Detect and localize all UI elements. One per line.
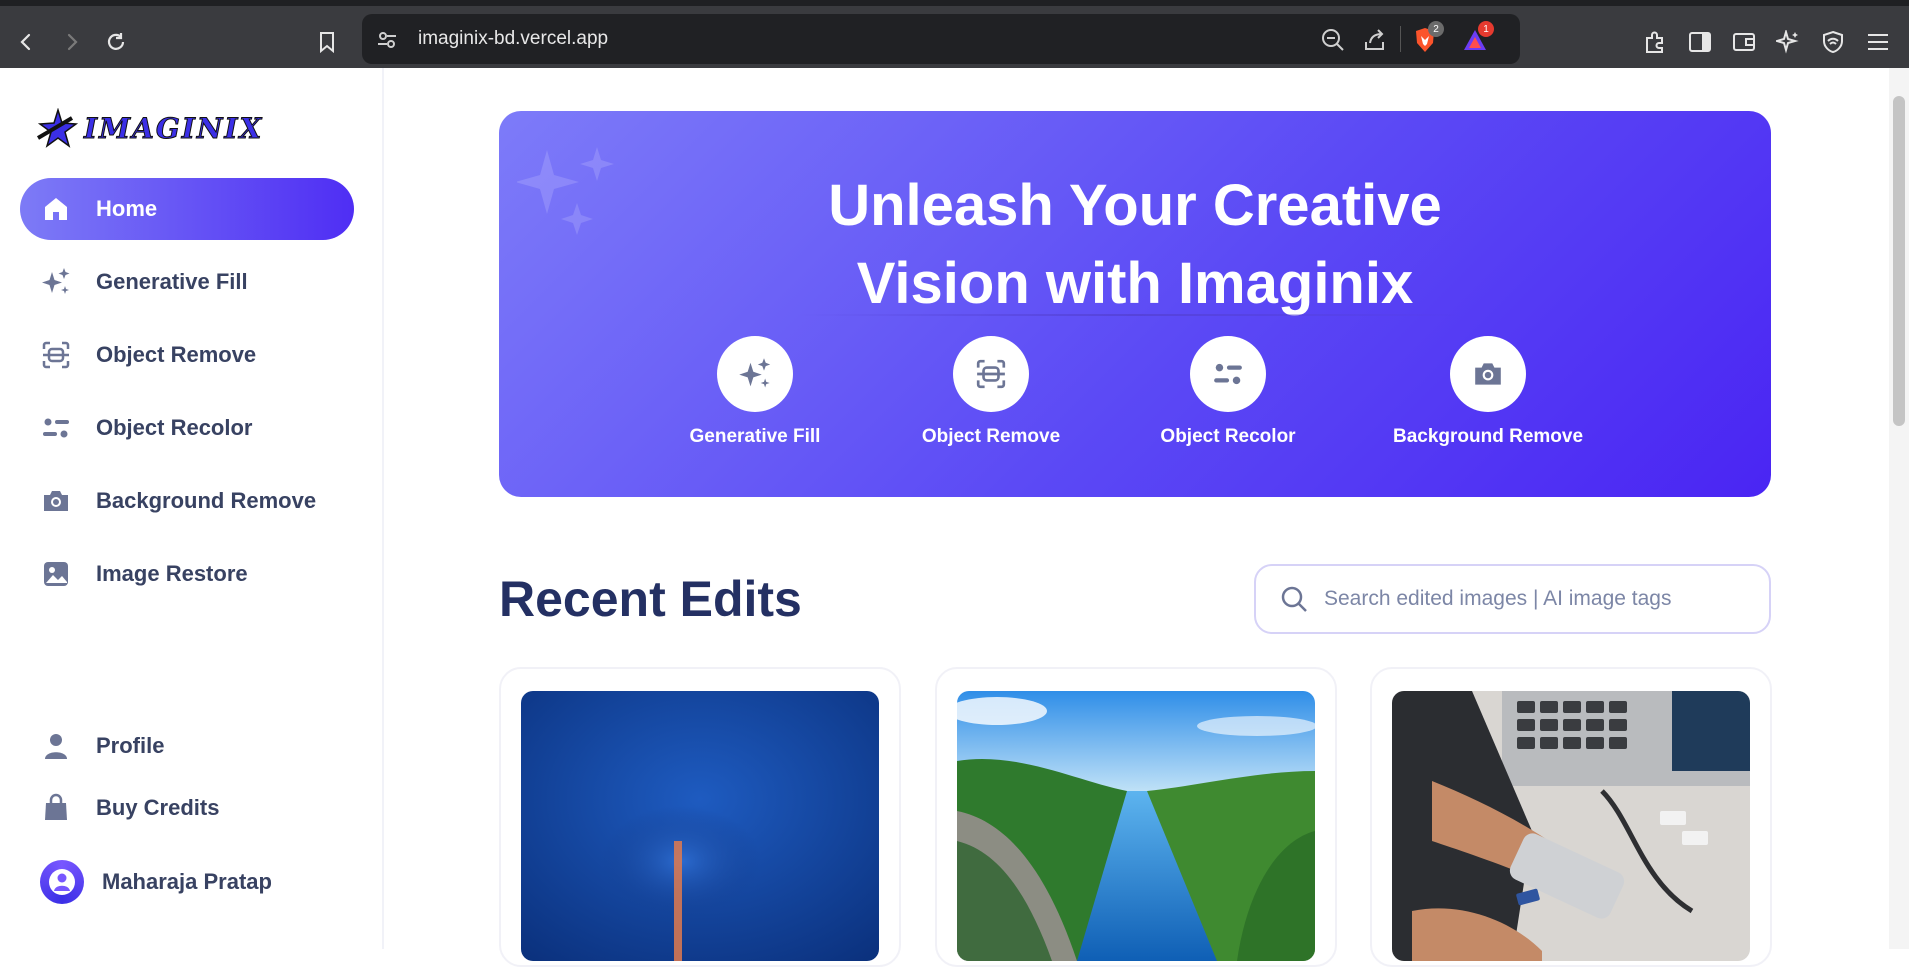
sidebar-item-label: Generative Fill — [96, 269, 248, 294]
card-image[interactable] — [1392, 691, 1750, 961]
sidebar-item-label: Profile — [96, 733, 165, 758]
sidebar-item-generative-fill[interactable]: Generative Fill — [20, 251, 354, 313]
search-box[interactable] — [1254, 564, 1771, 634]
address-bar[interactable]: imaginix-bd.vercel.app 2 1 — [362, 14, 1520, 64]
hero-tool-label: Generative Fill — [689, 426, 821, 447]
filter-icon — [38, 410, 74, 446]
sidebar: IMAGINIX Home Generative Fill Object Rem… — [0, 68, 384, 949]
menu-icon[interactable] — [1864, 28, 1892, 56]
sidebar-item-label: Background Remove — [96, 488, 317, 513]
hero-title: Unleash Your Creative Vision with Imagin… — [499, 167, 1771, 323]
site-settings-icon[interactable] — [374, 27, 400, 53]
zoom-out-icon[interactable] — [1320, 27, 1346, 53]
sidebar-item-label: Image Restore — [96, 561, 248, 586]
brave-shields-icon[interactable]: 2 — [1412, 21, 1444, 53]
hero-tool-label: Background Remove — [1392, 426, 1584, 447]
card-image[interactable] — [521, 691, 879, 961]
scrollbar-thumb[interactable] — [1893, 96, 1905, 426]
wallet-icon[interactable] — [1730, 28, 1758, 56]
sparkles-icon — [717, 336, 793, 412]
hero-tool-object-recolor[interactable]: Object Recolor — [1128, 336, 1328, 448]
sidebar-item-label: Object Remove — [96, 342, 257, 367]
extensions-icon[interactable] — [1641, 28, 1669, 56]
sidebar-toggle-icon[interactable] — [1686, 28, 1714, 56]
leo-ai-icon[interactable] — [1774, 28, 1802, 56]
rewards-icon[interactable]: 1 — [1462, 21, 1494, 53]
bookmark-icon[interactable] — [311, 26, 343, 58]
forward-icon[interactable] — [56, 26, 88, 58]
url-text[interactable]: imaginix-bd.vercel.app — [418, 28, 608, 50]
sidebar-item-object-recolor[interactable]: Object Recolor — [20, 397, 354, 459]
home-icon — [38, 191, 74, 227]
hero-title-line1: Unleash Your Creative — [828, 173, 1442, 238]
sidebar-item-image-restore[interactable]: Image Restore — [20, 543, 354, 605]
logo[interactable]: IMAGINIX — [36, 108, 263, 148]
sidebar-item-profile[interactable]: Profile — [20, 715, 354, 777]
filter-icon — [1190, 336, 1266, 412]
vpn-shield-icon[interactable] — [1819, 28, 1847, 56]
hero-banner: Unleash Your Creative Vision with Imagin… — [499, 111, 1771, 497]
card-image[interactable] — [957, 691, 1315, 961]
sidebar-item-background-remove[interactable]: Background Remove — [20, 470, 354, 532]
search-icon — [1281, 586, 1307, 612]
sidebar-item-label: Object Recolor — [96, 415, 253, 440]
image-card[interactable] — [935, 667, 1337, 967]
camera-icon — [1450, 336, 1526, 412]
hero-tool-label: Object Remove — [921, 426, 1061, 447]
logo-star-icon — [36, 108, 79, 148]
scan-icon — [953, 336, 1029, 412]
sidebar-item-home[interactable]: Home — [20, 178, 354, 240]
sidebar-item-label: Home — [96, 196, 158, 221]
hero-tool-label: Object Recolor — [1160, 426, 1296, 447]
hero-tool-generative-fill[interactable]: Generative Fill — [655, 336, 855, 448]
user-name: Maharaja Pratap — [102, 869, 272, 894]
hero-tool-background-remove[interactable]: Background Remove — [1388, 336, 1588, 448]
back-icon[interactable] — [10, 26, 42, 58]
page-scrollbar[interactable] — [1889, 68, 1909, 949]
sparkles-icon — [38, 264, 74, 300]
bag-icon — [38, 790, 74, 826]
recent-edits-title: Recent Edits — [499, 571, 802, 627]
share-icon[interactable] — [1362, 27, 1388, 53]
user-icon — [38, 728, 74, 764]
rewards-badge: 1 — [1478, 21, 1494, 37]
search-input[interactable] — [1324, 587, 1744, 611]
reload-icon[interactable] — [100, 26, 132, 58]
url-divider — [1400, 26, 1401, 52]
camera-icon — [38, 483, 74, 519]
brave-badge: 2 — [1428, 21, 1444, 37]
hero-tool-object-remove[interactable]: Object Remove — [891, 336, 1091, 448]
scan-icon — [38, 337, 74, 373]
sidebar-item-label: Buy Credits — [96, 795, 220, 820]
image-icon — [38, 556, 74, 592]
avatar — [40, 860, 84, 904]
sidebar-item-buy-credits[interactable]: Buy Credits — [20, 777, 354, 839]
image-card[interactable] — [1370, 667, 1772, 967]
logo-text: IMAGINIX — [83, 111, 264, 145]
sidebar-item-object-remove[interactable]: Object Remove — [20, 324, 354, 386]
sidebar-user[interactable]: Maharaja Pratap — [20, 851, 354, 913]
image-card[interactable] — [499, 667, 901, 967]
hero-divider — [799, 314, 1471, 316]
browser-toolbar: imaginix-bd.vercel.app 2 1 — [0, 0, 1909, 68]
hero-title-line2: Vision with Imaginix — [856, 251, 1414, 316]
